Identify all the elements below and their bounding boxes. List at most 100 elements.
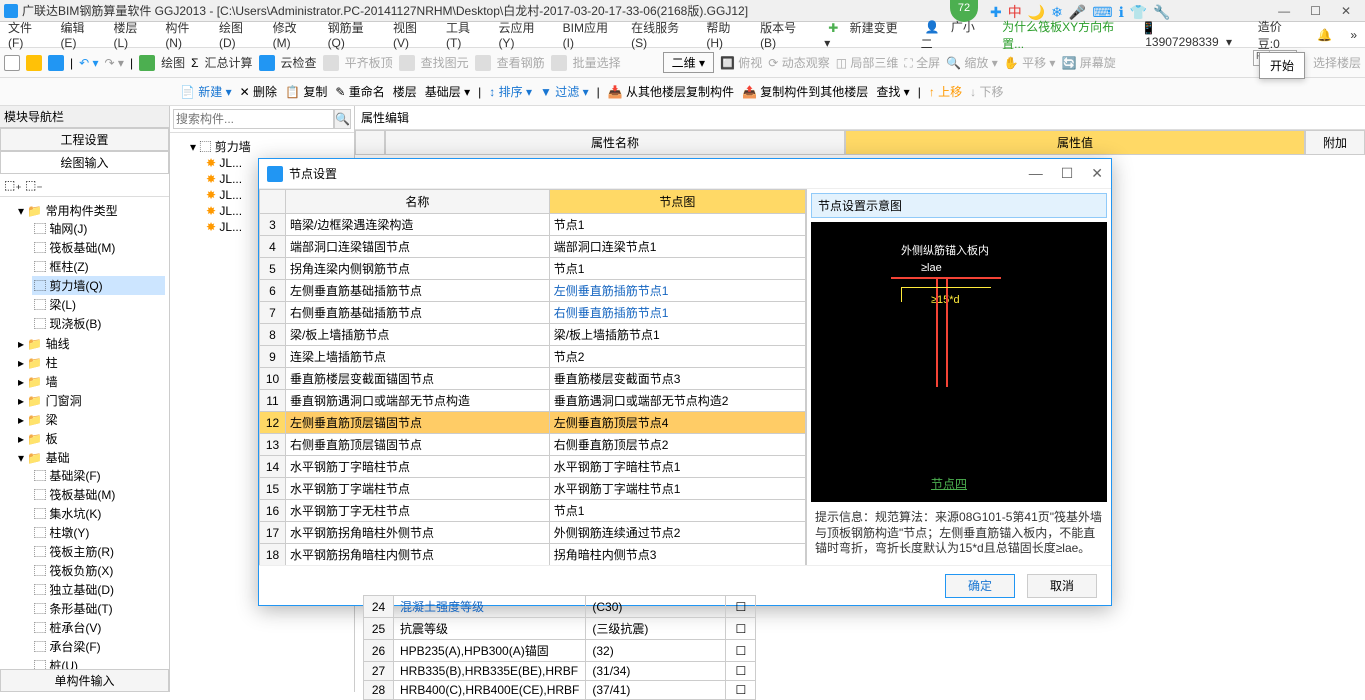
tab-draw-input[interactable]: 绘图输入 [0,151,169,174]
undo-icon[interactable]: ↶ ▾ [79,56,98,70]
sigma-icon[interactable]: Σ [191,56,198,70]
copyfrom-button[interactable]: 📥 从其他楼层复制构件 [608,83,734,100]
rebar-view-icon[interactable] [475,55,491,71]
moon-icon[interactable]: 🌙 [1028,4,1045,21]
menu-modify[interactable]: 修改(M) [269,17,316,52]
menu-file[interactable]: 文件(F) [4,17,48,52]
bird-label[interactable]: 🔲 俯视 [720,54,762,71]
flat-label[interactable]: 平齐板顶 [345,54,393,71]
find-button[interactable]: 查找 ▾ [876,83,909,100]
dialog-maximize[interactable]: ☐ [1061,165,1074,182]
menu-help[interactable]: 帮助(H) [702,17,748,52]
menu-bim[interactable]: BIM应用(I) [559,17,620,52]
node-row[interactable]: 14水平钢筋丁字暗柱节点水平钢筋丁字暗柱节点1 [260,456,806,478]
prop-row[interactable]: 26HPB235(A),HPB300(A)锚固(32)☐ [364,640,756,662]
basefloor-select[interactable]: 基础层 ▾ [425,83,470,100]
expand-menu[interactable]: » [1346,26,1361,44]
icon-b[interactable]: ⬚₋ [25,178,43,192]
draw-label[interactable]: 绘图 [161,54,185,71]
dialog-close[interactable]: ✕ [1091,165,1103,182]
cloud-label[interactable]: 云检查 [281,54,317,71]
redo-icon[interactable]: ↷ ▾ [105,56,124,70]
pan-label[interactable]: ✋ 平移 ▾ [1004,54,1056,71]
search-button[interactable]: 🔍 [334,109,351,129]
info-icon[interactable]: ℹ [1119,4,1124,21]
selfloor-label[interactable]: 选择楼层 [1313,54,1361,71]
dialog-table-wrap[interactable]: 名称 节点图 3暗梁/边框梁遇连梁构造节点14端部洞口连梁锚固节点端部洞口连梁节… [259,189,807,565]
menu-component[interactable]: 构件(N) [161,17,207,52]
phone-label[interactable]: 📱 13907298339 ▾ [1137,19,1244,51]
dyn-label[interactable]: ⟳ 动态观察 [768,54,829,71]
prop-table-partial[interactable]: 24混凝土强度等级(C30)☐25抗震等级(三级抗震)☐26HPB235(A),… [363,595,756,700]
menu-version[interactable]: 版本号(B) [756,17,812,52]
draw-icon[interactable] [139,55,155,71]
full-label[interactable]: ⛶ 全屏 [904,54,940,71]
menu-draw[interactable]: 绘图(D) [215,17,261,52]
shirt-icon[interactable]: 👕 [1130,4,1147,21]
node-row[interactable]: 17水平钢筋拐角暗柱外侧节点外侧钢筋连续通过节点2 [260,522,806,544]
user-label[interactable]: 👤 广小二 [917,16,989,54]
tree-beam[interactable]: ⬚ 梁(L) [32,295,165,314]
cloud-check-icon[interactable] [259,55,275,71]
cloud-icon[interactable]: ✚ [990,4,1002,21]
prop-row[interactable]: 25抗震等级(三级抗震)☐ [364,618,756,640]
tree-base-item[interactable]: ⬚ 承台梁(F) [32,637,165,656]
wrench-icon[interactable]: 🔧 [1153,4,1170,21]
node-row[interactable]: 7右侧垂直筋基础插筋节点右侧垂直筋插筋节点1 [260,302,806,324]
flat-icon[interactable] [323,55,339,71]
open-icon[interactable] [26,55,42,71]
tree-base-item[interactable]: ⬚ 筏板基础(M) [32,485,165,504]
chinese-icon[interactable]: 中 [1008,2,1022,22]
batch-icon[interactable] [551,55,567,71]
node-row[interactable]: 10垂直筋楼层变截面锚固节点垂直筋楼层变截面节点3 [260,368,806,390]
up-button[interactable]: ↑ 上移 [929,83,962,100]
node-row[interactable]: 15水平钢筋丁字端柱节点水平钢筋丁字端柱节点1 [260,478,806,500]
menu-cloud[interactable]: 云应用(Y) [494,17,550,52]
node-row[interactable]: 9连梁上墙插筋节点节点2 [260,346,806,368]
tree-folder-wall[interactable]: ▸ 📁 墙 [18,372,165,391]
node-row[interactable]: 8梁/板上墙插筋节点梁/板上墙插筋节点1 [260,324,806,346]
rename-button[interactable]: ✎ 重命名 [335,83,384,100]
menu-rebar[interactable]: 钢筋量(Q) [324,17,381,52]
tree-base-item[interactable]: ⬚ 桩承台(V) [32,618,165,637]
down-button[interactable]: ↓ 下移 [970,83,1003,100]
copy-button[interactable]: 📋 复制 [285,83,327,100]
node-row[interactable]: 6左侧垂直筋基础插筋节点左侧垂直筋插筋节点1 [260,280,806,302]
node-row[interactable]: 5拐角连梁内侧钢筋节点节点1 [260,258,806,280]
prop-row[interactable]: 27HRB335(B),HRB335E(BE),HRBF(31/34)☐ [364,662,756,681]
menu-floor[interactable]: 楼层(L) [109,17,153,52]
local3d-label[interactable]: ◫ 局部三维 [836,54,899,71]
component-tree[interactable]: ▾ 📁 常用构件类型 ⬚ 轴网(J) ⬚ 筏板基础(M) ⬚ 框柱(Z) ⬚ 剪… [0,197,169,669]
cancel-button[interactable]: 取消 [1027,574,1097,598]
tree-raft[interactable]: ⬚ 筏板基础(M) [32,238,165,257]
menu-view[interactable]: 视图(V) [389,17,434,52]
node-row[interactable]: 4端部洞口连梁锚固节点端部洞口连梁节点1 [260,236,806,258]
find-icon[interactable] [399,55,415,71]
node-row[interactable]: 18水平钢筋拐角暗柱内侧节点拐角暗柱内侧节点3 [260,544,806,566]
tree-folder-col[interactable]: ▸ 📁 柱 [18,353,165,372]
search-input[interactable] [173,109,334,129]
tree-folder-axis[interactable]: ▸ 📁 轴线 [18,334,165,353]
view-2d-select[interactable]: 二维 ▾ [663,52,714,73]
tree-base-item[interactable]: ⬚ 条形基础(T) [32,599,165,618]
bell-icon[interactable]: 🔔 [1313,26,1336,44]
sum-label[interactable]: 汇总计算 [205,54,253,71]
batch-label[interactable]: 批量选择 [573,54,621,71]
dialog-minimize[interactable]: — [1029,165,1043,182]
tree-base-item[interactable]: ⬚ 筏板负筋(X) [32,561,165,580]
start-button[interactable]: 开始 [1259,52,1305,79]
new-file-icon[interactable] [4,55,20,71]
node-row[interactable]: 11垂直钢筋遇洞口或端部无节点构造垂直筋遇洞口或端部无节点构造2 [260,390,806,412]
screen-label[interactable]: 🔄 屏幕旋 [1061,54,1115,71]
copyto-button[interactable]: 📤 复制构件到其他楼层 [742,83,868,100]
viewrebar-label[interactable]: 查看钢筋 [497,54,545,71]
tree-folder-beam[interactable]: ▸ 📁 梁 [18,410,165,429]
tree-root[interactable]: ▾ 📁 常用构件类型 ⬚ 轴网(J) ⬚ 筏板基础(M) ⬚ 框柱(Z) ⬚ 剪… [18,201,165,334]
tab-project[interactable]: 工程设置 [0,128,169,151]
preview-node4-link[interactable]: 节点四 [931,475,967,492]
tree-base-item[interactable]: ⬚ 集水坑(K) [32,504,165,523]
save-icon[interactable] [48,55,64,71]
tree-shearwall[interactable]: ⬚ 剪力墙(Q) [32,276,165,295]
tree-folder-opening[interactable]: ▸ 📁 门窗洞 [18,391,165,410]
new-change-button[interactable]: ✚ 新建变更 ▾ [820,17,906,52]
